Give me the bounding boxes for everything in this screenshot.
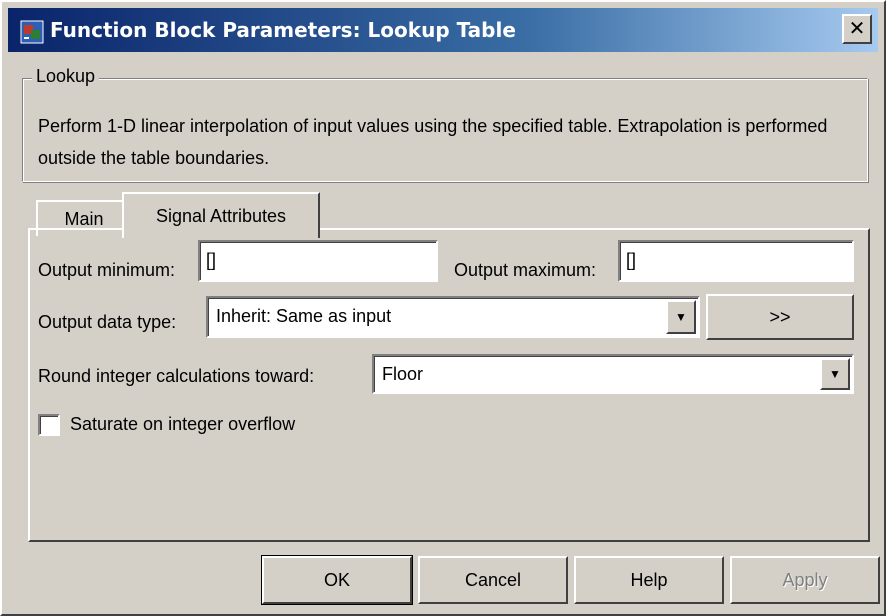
data-type-value: Inherit: Same as input	[216, 306, 392, 326]
round-label: Round integer calculations toward:	[38, 366, 315, 386]
dialog-window: Function Block Parameters: Lookup Table …	[0, 0, 886, 616]
help-label: Help	[630, 569, 668, 590]
close-icon: ✕	[848, 18, 866, 40]
apply-label: Apply	[782, 569, 828, 590]
apply-button[interactable]: Apply	[730, 556, 880, 604]
saturate-checkbox[interactable]	[38, 414, 60, 436]
data-type-assistant-button[interactable]: >>	[706, 294, 854, 340]
ok-button[interactable]: OK	[261, 555, 413, 605]
title-bar[interactable]: Function Block Parameters: Lookup Table …	[8, 8, 878, 52]
round-value: Floor	[382, 364, 424, 384]
close-button[interactable]: ✕	[842, 14, 872, 44]
data-type-select[interactable]: Inherit: Same as input ▼	[206, 296, 700, 338]
simulink-block-icon	[20, 20, 44, 44]
group-legend: Lookup	[32, 66, 100, 87]
saturate-label[interactable]: Saturate on integer overflow	[70, 414, 295, 435]
dropdown-arrow-icon[interactable]: ▼	[666, 300, 696, 334]
window-title: Function Block Parameters: Lookup Table	[50, 18, 516, 42]
output-max-field[interactable]: []	[618, 240, 854, 282]
cancel-button[interactable]: Cancel	[418, 556, 568, 604]
tab-signal-attributes[interactable]: Signal Attributes	[122, 192, 320, 238]
output-min-label: Output minimum:	[38, 260, 176, 280]
tab-signal-attributes-label: Signal Attributes	[155, 205, 287, 226]
data-type-label: Output data type:	[38, 312, 177, 332]
output-min-value: []	[206, 250, 217, 270]
cancel-label: Cancel	[464, 569, 522, 590]
data-type-assistant-label: >>	[769, 306, 791, 327]
block-description: Perform 1-D linear interpolation of inpu…	[38, 116, 828, 168]
round-select[interactable]: Floor ▼	[372, 354, 854, 394]
tab-main-label: Main	[64, 208, 104, 229]
output-min-field[interactable]: []	[198, 240, 438, 282]
output-max-label: Output maximum:	[454, 260, 597, 280]
ok-label: OK	[323, 569, 350, 590]
help-button[interactable]: Help	[574, 556, 724, 604]
dropdown-arrow-icon[interactable]: ▼	[820, 358, 850, 390]
output-max-value: []	[626, 250, 637, 270]
